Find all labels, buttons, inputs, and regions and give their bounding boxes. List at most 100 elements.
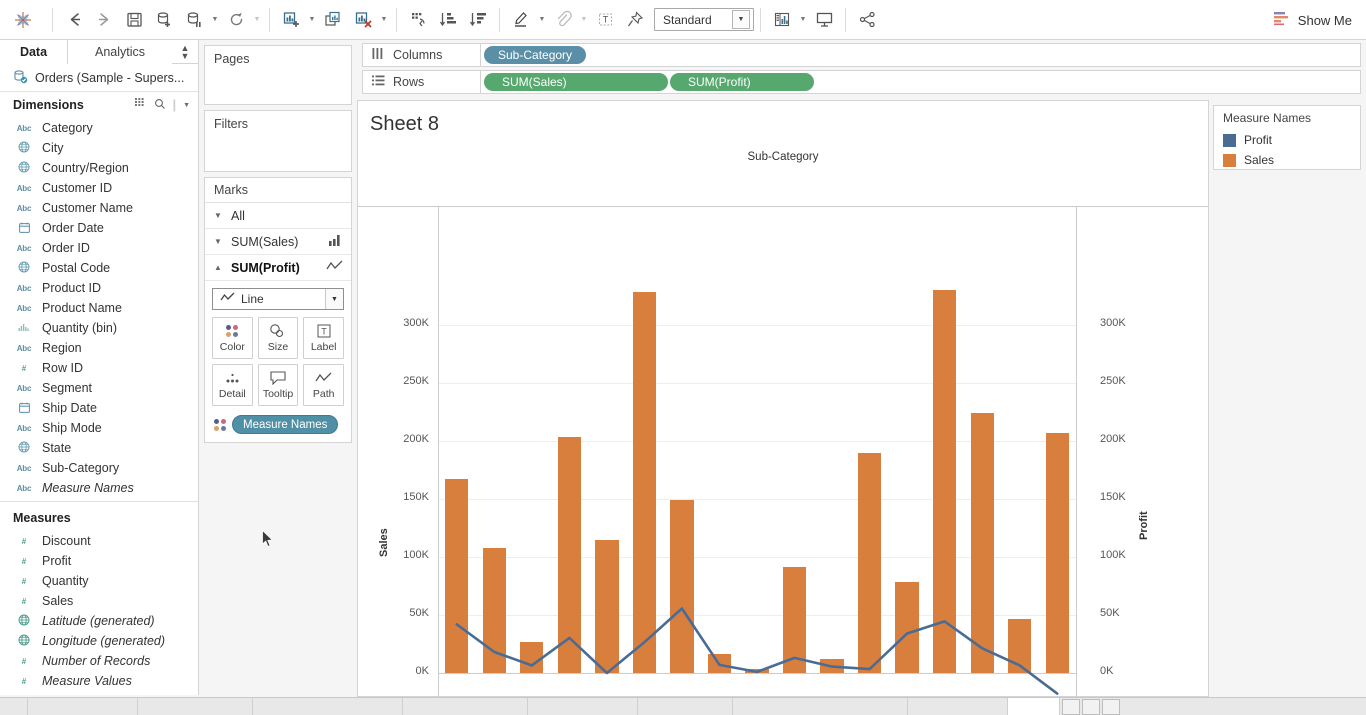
columns-shelf-drop[interactable]: Sub-Category [480,43,1361,67]
show-me-button[interactable]: Show Me [1273,9,1352,31]
measure-longitude-generated[interactable]: Longitude (generated) [0,631,198,651]
sort-ascending-button[interactable] [433,6,463,34]
forward-button[interactable] [89,6,119,34]
new-dashboard-tab-button[interactable] [1082,698,1100,715]
pages-card[interactable]: Pages [204,45,352,105]
bar-envelopes[interactable] [707,653,732,673]
fix-axes-button[interactable] [620,6,650,34]
refresh-dropdown-caret[interactable]: ▼ [251,6,263,34]
swap-rows-columns-button[interactable] [403,6,433,34]
dimension-country-region[interactable]: Country/Region [0,158,198,178]
dimension-city[interactable]: City [0,138,198,158]
share-button[interactable] [852,6,882,34]
bar-copiers[interactable] [670,499,694,673]
highlight-button[interactable] [506,6,536,34]
mark-card-sum-profit[interactable]: ▲ SUM(Profit) [205,255,351,281]
pause-dropdown-caret[interactable]: ▼ [209,6,221,34]
new-worksheet-button[interactable] [276,6,306,34]
measure-number-of-records[interactable]: # Number of Records [0,651,198,671]
back-button[interactable] [59,6,89,34]
new-sheet-dropdown-caret[interactable]: ▼ [306,6,318,34]
dimension-order-id[interactable]: Abc Order ID [0,238,198,258]
plot-area[interactable]: 0K 0K 50K 50K 100K 100K 150K 150K 200K 200K 250K 25… [358,166,1208,713]
clear-dropdown-caret[interactable]: ▼ [378,6,390,34]
dimension-product-name[interactable]: Abc Product Name [0,298,198,318]
dimension-state[interactable]: State [0,438,198,458]
cards-dropdown-caret[interactable]: ▼ [797,6,809,34]
label-shelf-button[interactable]: T Label [303,317,344,359]
show-mark-labels-button[interactable]: T [590,6,620,34]
path-shelf-button[interactable]: Path [303,364,344,406]
legend-item-sales[interactable]: Sales [1214,150,1360,170]
highlight-dropdown-caret[interactable]: ▼ [536,6,548,34]
mark-card-sum-sales[interactable]: ▼ SUM(Sales) [205,229,351,255]
measure-profit[interactable]: # Profit [0,551,198,571]
bar-labels[interactable] [820,658,844,673]
refresh-button[interactable] [221,6,251,34]
status-cell-active[interactable] [1008,697,1060,715]
presentation-mode-button[interactable] [809,6,839,34]
dimension-customer-name[interactable]: Abc Customer Name [0,198,198,218]
pill-sum-profit[interactable]: SUM(Profit) [670,73,814,91]
search-icon[interactable] [154,98,166,113]
dimension-quantity-bin[interactable]: Quantity (bin) [0,318,198,338]
bar-storage[interactable] [970,413,994,673]
dimension-ship-date[interactable]: Ship Date [0,398,198,418]
new-worksheet-tab-button[interactable] [1062,698,1080,715]
dimension-product-id[interactable]: Abc Product ID [0,278,198,298]
chevron-down-icon[interactable]: ▼ [325,289,343,309]
group-members-button[interactable] [548,6,578,34]
dimension-customer-id[interactable]: Abc Customer ID [0,178,198,198]
bar-tables[interactable] [1045,432,1069,673]
pill-sum-sales[interactable]: SUM(Sales) [484,73,668,91]
bar-furnishings[interactable] [782,566,807,673]
bar-supplies[interactable] [1008,618,1032,673]
mark-type-dropdown[interactable]: Line ▼ [212,288,344,310]
bar-paper[interactable] [895,581,919,673]
save-button[interactable] [119,6,149,34]
bar-chairs[interactable] [632,291,657,673]
sort-descending-button[interactable] [463,6,493,34]
measure-quantity[interactable]: # Quantity [0,571,198,591]
dimension-order-date[interactable]: Order Date [0,218,198,238]
measure-sales[interactable]: # Sales [0,591,198,611]
duplicate-sheet-button[interactable] [318,6,348,34]
measure-latitude-generated[interactable]: Latitude (generated) [0,611,198,631]
chevron-down-icon[interactable]: ▼ [732,10,750,29]
pause-data-updates-button[interactable] [179,6,209,34]
tab-data[interactable]: Data [0,40,68,64]
dimension-measure-names[interactable]: Abc Measure Names [0,478,198,498]
mark-card-all[interactable]: ▼ All [205,203,351,229]
dimension-region[interactable]: Abc Region [0,338,198,358]
bar-machines[interactable] [857,453,882,673]
rows-shelf-drop[interactable]: SUM(Sales) SUM(Profit) [480,70,1361,94]
tooltip-shelf-button[interactable]: Tooltip [257,364,299,406]
dimension-postal-code[interactable]: Postal Code [0,258,198,278]
tab-analytics[interactable]: Analytics [68,40,172,64]
tableau-logo[interactable] [0,0,46,40]
dimension-ship-mode[interactable]: Abc Ship Mode [0,418,198,438]
size-shelf-button[interactable]: Size [257,317,299,359]
sort-updown-icon[interactable]: ▲ ▼ [181,43,190,60]
dimension-segment[interactable]: Abc Segment [0,378,198,398]
bar-appliances[interactable] [482,548,506,673]
dimensions-menu-caret[interactable]: ▼ [183,102,190,109]
datasource-item[interactable]: Orders (Sample - Supers... [0,64,198,92]
bar-fasteners[interactable] [745,669,769,673]
bar-bookcases[interactable] [595,539,619,673]
filters-card[interactable]: Filters [204,110,352,172]
detail-shelf-button[interactable]: Detail [212,364,253,406]
group-dropdown-caret[interactable]: ▼ [578,6,590,34]
pill-sub-category[interactable]: Sub-Category [484,46,587,64]
bar-binders[interactable] [557,437,581,673]
color-shelf-button[interactable]: Color [212,317,253,359]
bar-art[interactable] [520,641,544,673]
dimension-sub-category[interactable]: Abc Sub-Category [0,458,198,478]
measure-discount[interactable]: # Discount [0,531,198,551]
bar-accessories[interactable] [445,478,469,673]
color-pill-measure-names[interactable]: Measure Names [232,415,339,434]
clear-sheet-button[interactable] [348,6,378,34]
dimension-row-id[interactable]: # Row ID [0,358,198,378]
measure-measure-values[interactable]: # Measure Values [0,671,198,691]
bar-phones[interactable] [933,290,957,673]
